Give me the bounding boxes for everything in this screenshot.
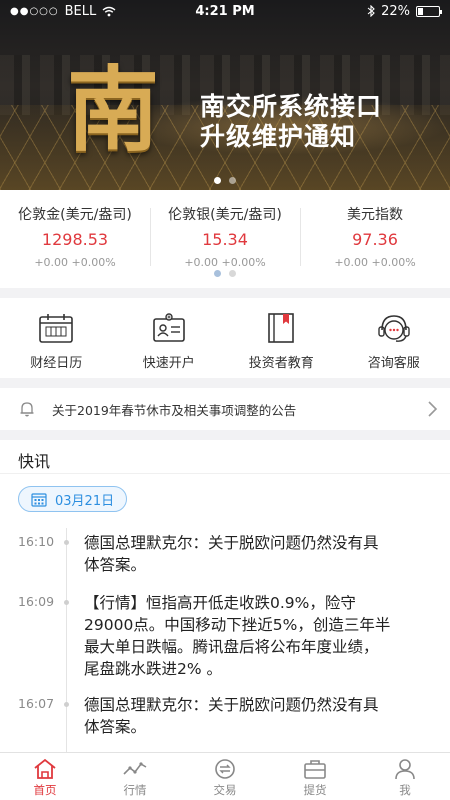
news-text-line: 体答案。 <box>84 718 147 736</box>
news-time: 16:09 <box>18 594 55 609</box>
quote-price: 15.34 <box>202 230 248 249</box>
banner-title-line1: 南交所系统接口 <box>200 92 383 121</box>
menu-quick-account[interactable]: 快速开户 <box>113 298 226 378</box>
announcement-bar[interactable]: 关于2019年春节休市及相关事项调整的公告 <box>0 388 450 430</box>
timeline-dot <box>64 540 69 545</box>
market-chart-icon <box>123 762 147 775</box>
news-section-title: 快讯 <box>0 440 450 474</box>
news-time: 16:10 <box>18 534 55 549</box>
tab-market[interactable]: 行情 <box>90 753 180 800</box>
battery-icon <box>416 5 442 17</box>
quote-gold[interactable]: 伦敦金(美元/盎司) 1298.53 +0.00 +0.00% <box>0 204 150 270</box>
timeline-dot <box>64 600 69 605</box>
user-icon <box>395 759 415 780</box>
news-text-line: 29000点。中国移动下挫近5%，创造三年半 <box>84 616 391 634</box>
calendar-icon <box>39 314 74 343</box>
quote-silver[interactable]: 伦敦银(美元/盎司) 15.34 +0.00 +0.00% <box>150 204 300 270</box>
banner-title-line2: 升级维护通知 <box>200 122 357 151</box>
chevron-right-icon[interactable] <box>426 400 438 418</box>
quote-price: 97.36 <box>352 230 398 249</box>
news-text-line: 体答案。 <box>84 556 147 574</box>
news-date-badge: 03月21日 <box>18 486 128 512</box>
briefcase-icon <box>304 760 326 779</box>
quote-name: 伦敦金(美元/盎司) <box>18 207 132 223</box>
customer-service-icon <box>378 315 410 342</box>
news-text-line: 德国总理默克尔：关于脱欧问题仍然没有具 <box>84 696 379 714</box>
tab-home[interactable]: 首页 <box>0 753 90 800</box>
news-text-line: 【行情】恒指高开低走收跌0.9%，险守 <box>84 594 356 612</box>
menu-label: 咨询客服 <box>367 356 420 371</box>
status-bar: ●●○○○ BELL 4:21 PM 22% <box>0 0 450 22</box>
news-text-line: 德国总理默克尔：关于脱欧问题仍然没有具 <box>84 534 379 552</box>
news-text: 德国总理默克尔：关于脱欧问题仍然没有具 体答案。 <box>84 532 436 576</box>
promo-banner[interactable]: 南 南交所系统接口 升级维护通知 ●●○○○ BELL 4:21 PM 22% <box>0 0 450 190</box>
book-icon <box>268 313 295 343</box>
quote-name: 伦敦银(美元/盎司) <box>168 207 282 223</box>
tab-me[interactable]: 我 <box>360 753 450 800</box>
news-text-line: 最大单日跌幅。腾讯盘后将公布年度业绩， <box>84 638 379 656</box>
quote-dollar-index[interactable]: 美元指数 97.36 +0.00 +0.00% <box>300 204 450 270</box>
home-icon <box>34 758 56 779</box>
timeline-dot <box>64 702 69 707</box>
quotes-panel: 伦敦金(美元/盎司) 1298.53 +0.00 +0.00% 伦敦银(美元/盎… <box>0 190 450 288</box>
quote-name: 美元指数 <box>347 207 403 223</box>
announcement-text[interactable]: 关于2019年春节休市及相关事项调整的公告 <box>52 400 426 419</box>
menu-finance-calendar[interactable]: 财经日历 <box>0 298 113 378</box>
news-time: 16:07 <box>18 696 55 711</box>
quote-price: 1298.53 <box>41 230 109 249</box>
banner-title: 南交所系统接口 升级维护通知 <box>200 92 382 152</box>
news-text: 德国总理默克尔：关于脱欧问题仍然没有具 体答案。 <box>84 694 436 738</box>
quick-menu: 财经日历 快速开户 投资者教育 咨询客服 <box>0 298 450 378</box>
tab-label: 我 <box>399 783 411 797</box>
calendar-small-icon <box>31 493 47 507</box>
tab-label: 交易 <box>213 783 237 797</box>
menu-customer-service[interactable]: 咨询客服 <box>338 298 450 378</box>
menu-label: 投资者教育 <box>248 356 314 371</box>
news-text: 【行情】恒指高开低走收跌0.9%，险守 29000点。中国移动下挫近5%，创造三… <box>84 592 436 680</box>
news-timeline <box>66 528 67 752</box>
tab-label: 行情 <box>123 783 147 797</box>
quotes-pager-dot[interactable] <box>214 270 221 277</box>
trade-icon <box>215 759 235 779</box>
tab-trade[interactable]: 交易 <box>180 753 270 800</box>
news-flash-section: 快讯 03月21日 16:10 德国总理默克尔：关于脱欧问题仍然没有具 体答案。… <box>0 440 450 752</box>
menu-investor-education[interactable]: 投资者教育 <box>225 298 338 378</box>
banner-pager-dot[interactable] <box>229 177 236 184</box>
tab-label: 提货 <box>303 783 327 797</box>
banner-logo-char: 南 <box>66 56 159 164</box>
tab-label: 首页 <box>33 783 57 797</box>
quote-change: +0.00 +0.00% <box>334 256 416 269</box>
tab-pickup[interactable]: 提货 <box>270 753 360 800</box>
menu-label: 快速开户 <box>142 356 195 371</box>
quotes-pager-dot[interactable] <box>229 270 236 277</box>
quote-change: +0.00 +0.00% <box>34 256 116 269</box>
id-card-icon <box>152 313 185 342</box>
banner-pager-dot[interactable] <box>214 177 221 184</box>
bell-icon <box>20 402 34 417</box>
quote-change: +0.00 +0.00% <box>184 256 266 269</box>
quotes-pager[interactable] <box>0 270 450 277</box>
menu-label: 财经日历 <box>30 356 83 371</box>
news-date: 03月21日 <box>55 493 115 509</box>
news-text-line: 尾盘跳水跌进2% 。 <box>84 660 223 678</box>
status-time: 4:21 PM <box>195 3 255 19</box>
banner-pager[interactable] <box>0 177 450 184</box>
bottom-tab-bar: 首页 行情 交易 提货 我 <box>0 752 450 800</box>
